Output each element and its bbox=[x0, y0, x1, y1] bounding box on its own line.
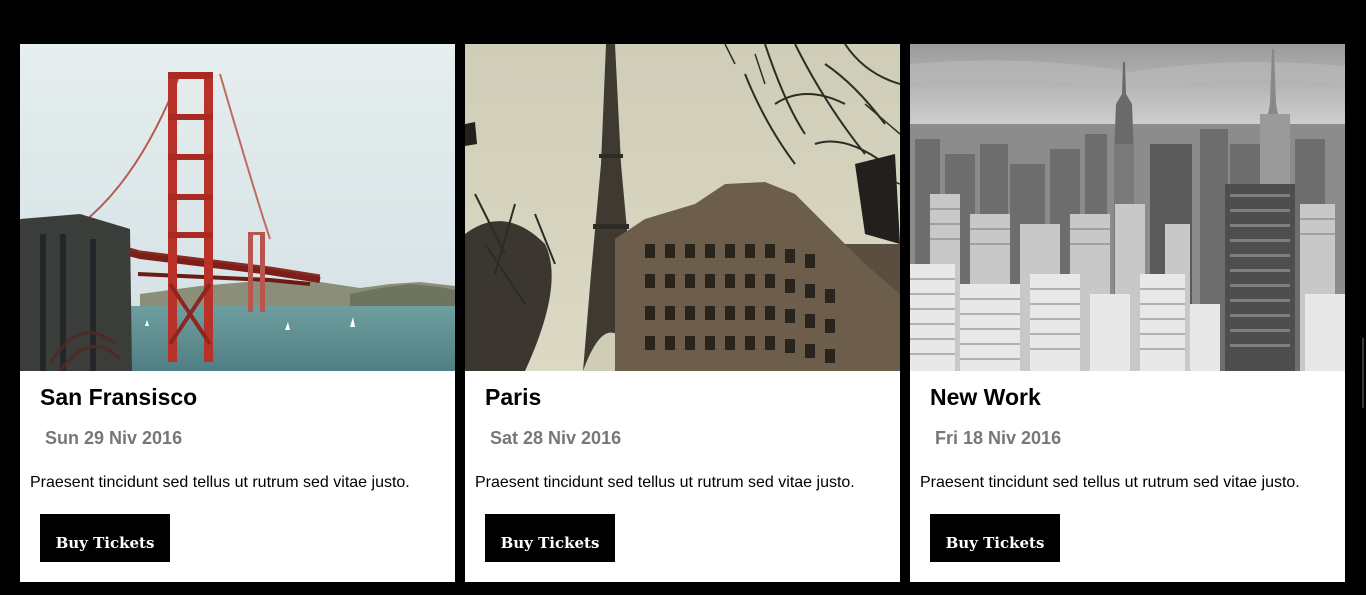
card-title: New Work bbox=[930, 384, 1041, 410]
event-card: San Fransisco Sun 29 Niv 2016 Praesent t… bbox=[20, 44, 455, 582]
card-body: New Work Fri 18 Niv 2016 Praesent tincid… bbox=[910, 371, 1345, 582]
card-description: Praesent tincidunt sed tellus ut rutrum … bbox=[920, 474, 1300, 491]
golden-gate-bridge-photo bbox=[20, 44, 455, 371]
eiffel-tower-photo bbox=[465, 44, 900, 371]
page: San Fransisco Sun 29 Niv 2016 Praesent t… bbox=[0, 0, 1366, 595]
buy-tickets-button[interactable]: Buy Tickets bbox=[485, 514, 615, 562]
card-description: Praesent tincidunt sed tellus ut rutrum … bbox=[475, 474, 855, 491]
buy-tickets-button[interactable]: Buy Tickets bbox=[930, 514, 1060, 562]
event-date: Sat 28 Niv 2016 bbox=[490, 428, 622, 448]
event-card: New Work Fri 18 Niv 2016 Praesent tincid… bbox=[910, 44, 1345, 582]
event-card: Paris Sat 28 Niv 2016 Praesent tincidunt… bbox=[465, 44, 900, 582]
event-date: Fri 18 Niv 2016 bbox=[935, 428, 1062, 448]
card-title: San Fransisco bbox=[40, 384, 198, 410]
card-body: San Fransisco Sun 29 Niv 2016 Praesent t… bbox=[20, 371, 455, 582]
card-body: Paris Sat 28 Niv 2016 Praesent tincidunt… bbox=[465, 371, 900, 582]
card-description: Praesent tincidunt sed tellus ut rutrum … bbox=[30, 474, 410, 491]
event-date: Sun 29 Niv 2016 bbox=[45, 428, 183, 448]
event-card-list: San Fransisco Sun 29 Niv 2016 Praesent t… bbox=[20, 44, 1345, 582]
buy-tickets-button[interactable]: Buy Tickets bbox=[40, 514, 170, 562]
scrollbar-thumb[interactable] bbox=[1362, 338, 1364, 408]
card-title: Paris bbox=[485, 384, 542, 410]
manhattan-skyline-photo bbox=[910, 44, 1345, 371]
